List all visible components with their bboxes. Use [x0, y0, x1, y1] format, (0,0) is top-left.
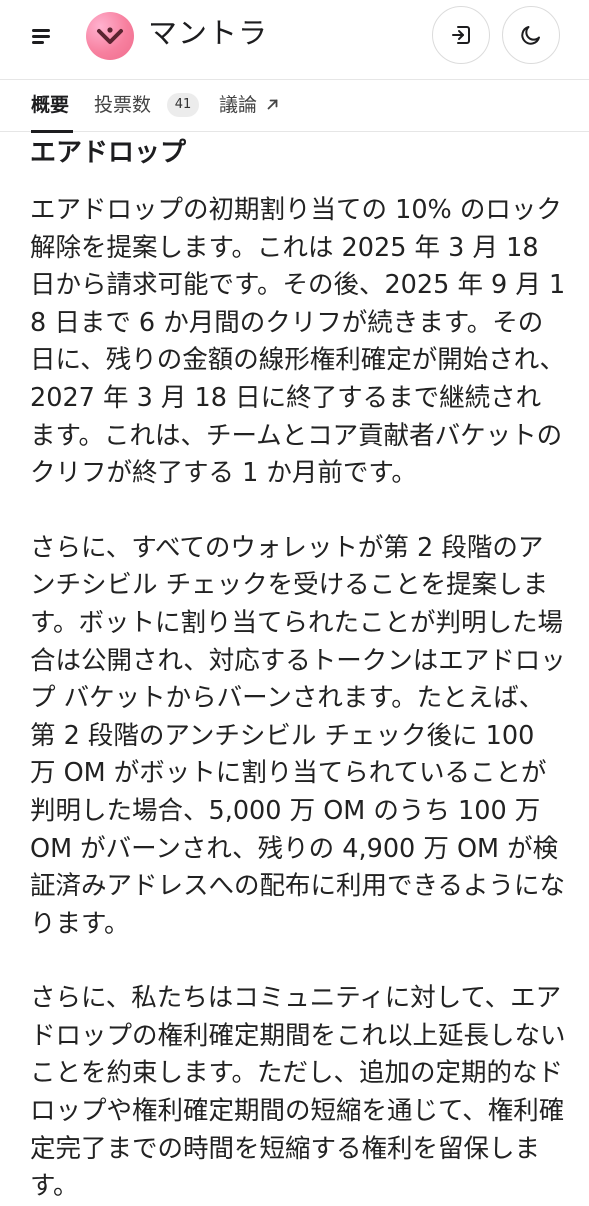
- tab-overview[interactable]: 概要: [31, 92, 69, 118]
- tab-votes[interactable]: 投票数: [94, 92, 151, 118]
- moon-icon: [521, 26, 540, 45]
- section-heading: エアドロップ: [30, 138, 187, 168]
- tab-discussion[interactable]: 議論: [219, 92, 257, 118]
- proposal-content: エアドロップ エアドロップの初期割り当ての 10% のロック解除を提案します。こ…: [30, 136, 566, 1206]
- tab-bar: 概要 投票数 41 議論: [0, 80, 589, 132]
- app-title: マントラ: [148, 16, 269, 50]
- external-arrow-icon: [267, 99, 278, 110]
- active-tab-indicator: [31, 130, 73, 133]
- paragraph-anti-sybil: さらに、すべてのウォレットが第 2 段階のアンチシビル チェックを受けることを提…: [30, 532, 566, 939]
- top-app-bar: マントラ: [0, 0, 589, 80]
- dark-mode-toggle[interactable]: [502, 6, 560, 64]
- hamburger-menu-icon[interactable]: [28, 22, 56, 50]
- paragraph-commitment: さらに、私たちはコミュニティに対して、エアドロップの権利確定期間をこれ以上延長し…: [30, 983, 566, 1202]
- votes-count-badge: 41: [167, 93, 199, 117]
- paragraph-unlock-schedule: エアドロップの初期割り当ての 10% のロック解除を提案します。これは 2025…: [30, 195, 566, 489]
- sign-in-icon: [452, 26, 470, 44]
- mantra-logo-icon[interactable]: [86, 12, 134, 60]
- sign-in-button[interactable]: [432, 6, 490, 64]
